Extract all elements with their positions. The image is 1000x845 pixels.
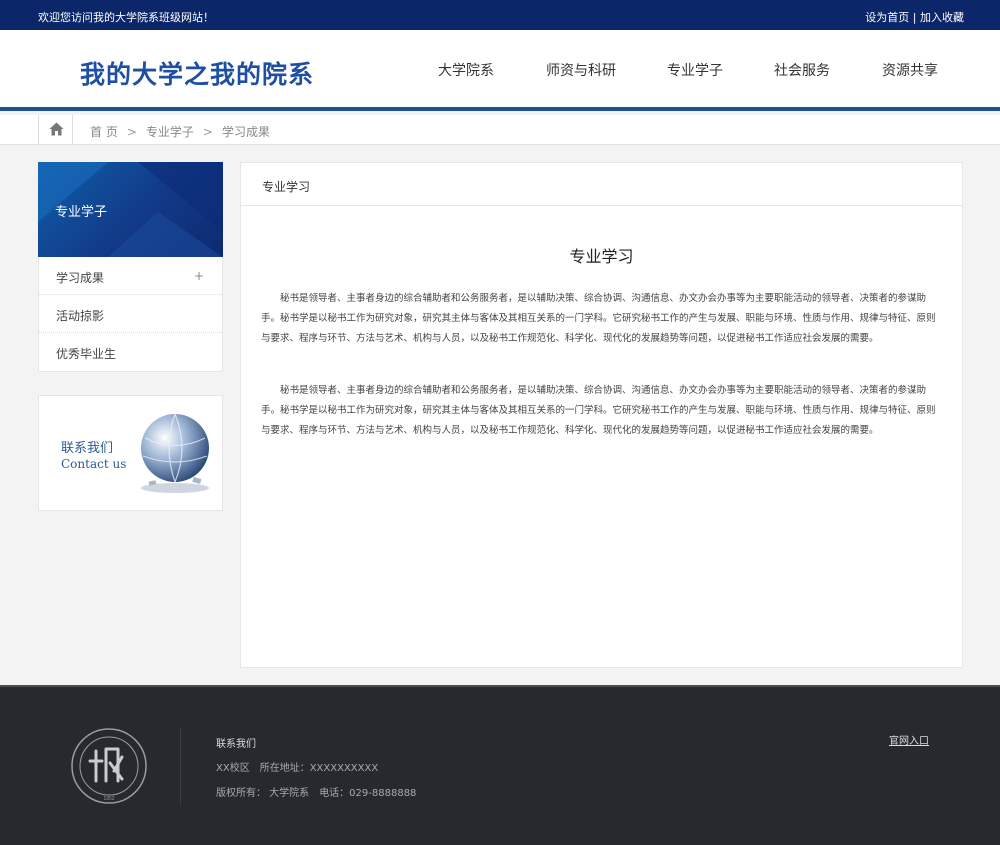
breadcrumb-current: 学习成果 — [221, 125, 270, 139]
content-section-label: 专业学习 — [241, 163, 962, 206]
footer-address: 所在地址：XXXXXXXXXX — [259, 763, 379, 774]
footer-campus: XX校区 — [216, 763, 250, 774]
welcome-text: 欢迎您访问我的大学院系班级网站！ — [38, 11, 214, 24]
site-footer: 1952 联系我们 XX校区 所在地址：XXXXXXXXXX 版权所有： 大学院系… — [0, 685, 1000, 845]
official-site-link[interactable]: 官网入口 — [889, 732, 929, 747]
expand-plus-icon: + — [193, 269, 204, 283]
article-paragraph: 秘书是领导者、主事者身边的综合辅助者和公务服务者，是以辅助决策、综合协调、沟通信… — [261, 385, 936, 436]
nav-item-resources[interactable]: 资源共享 — [882, 60, 938, 80]
breadcrumb: 首 页 > 专业学子 > 学习成果 — [90, 123, 270, 140]
home-button[interactable] — [38, 115, 73, 145]
sidebar-item-learning-results[interactable]: 学习成果 + — [39, 257, 222, 295]
set-home-link[interactable]: 设为首页 — [865, 11, 909, 24]
top-links-separator: | — [912, 11, 917, 24]
footer-phone: 电话：029-8888888 — [319, 788, 417, 799]
contact-us-cn: 联系我们 — [61, 441, 114, 456]
sidebar-banner: 专业学子 — [38, 162, 223, 257]
globe-puzzle-icon — [141, 413, 209, 493]
add-favorite-link[interactable]: 加入收藏 — [920, 11, 964, 24]
breadcrumb-separator: > — [126, 125, 137, 139]
nav-item-departments[interactable]: 大学院系 — [438, 60, 494, 80]
breadcrumb-home[interactable]: 首 页 — [90, 125, 118, 139]
article-paragraph: 秘书是领导者、主事者身边的综合辅助者和公务服务者，是以辅助决策、综合协调、沟通信… — [261, 293, 936, 344]
main-content: 专业学习 专业学习 秘书是领导者、主事者身边的综合辅助者和公务服务者，是以辅助决… — [240, 162, 963, 668]
home-icon — [49, 122, 64, 136]
site-header: 我的大学之我的院系 大学院系 师资与科研 专业学子 社会服务 资源共享 — [0, 30, 1000, 111]
sidebar-item-label: 活动掠影 — [56, 309, 105, 323]
footer-contact-title: 联系我们 — [216, 739, 256, 750]
sidebar-item-label: 学习成果 — [56, 271, 105, 285]
top-links: 设为首页 | 加入收藏 — [865, 9, 964, 25]
seal-year: 1952 — [103, 796, 114, 802]
nav-item-students[interactable]: 专业学子 — [667, 60, 723, 80]
contact-us-box[interactable]: 联系我们 Contact us — [38, 395, 223, 511]
footer-divider — [180, 727, 181, 805]
breadcrumb-bar: 首 页 > 专业学子 > 学习成果 — [0, 115, 1000, 145]
nav-item-faculty-research[interactable]: 师资与科研 — [546, 60, 616, 80]
footer-copyright-line: 版权所有： 大学院系 电话：029-8888888 — [216, 784, 416, 799]
site-logo[interactable]: 我的大学之我的院系 — [80, 55, 314, 91]
contact-us-en: Contact us — [61, 457, 127, 471]
footer-address-line: XX校区 所在地址：XXXXXXXXXX — [216, 759, 378, 774]
sidebar-title: 专业学子 — [55, 205, 108, 220]
nav-item-social-service[interactable]: 社会服务 — [774, 60, 830, 80]
breadcrumb-separator: > — [202, 125, 213, 139]
sidebar-item-label: 优秀毕业生 — [56, 347, 117, 361]
sidebar-item-activities[interactable]: 活动掠影 — [39, 295, 222, 333]
breadcrumb-students[interactable]: 专业学子 — [146, 125, 194, 139]
university-seal-logo: 1952 — [71, 728, 147, 804]
sidebar-item-graduates[interactable]: 优秀毕业生 — [39, 333, 222, 371]
article-title: 专业学习 — [569, 247, 634, 266]
top-bar: 欢迎您访问我的大学院系班级网站！ 设为首页 | 加入收藏 — [0, 0, 1000, 30]
sidebar-menu: 学习成果 + 活动掠影 优秀毕业生 — [38, 257, 223, 372]
footer-copyright: 版权所有： 大学院系 — [216, 788, 310, 799]
